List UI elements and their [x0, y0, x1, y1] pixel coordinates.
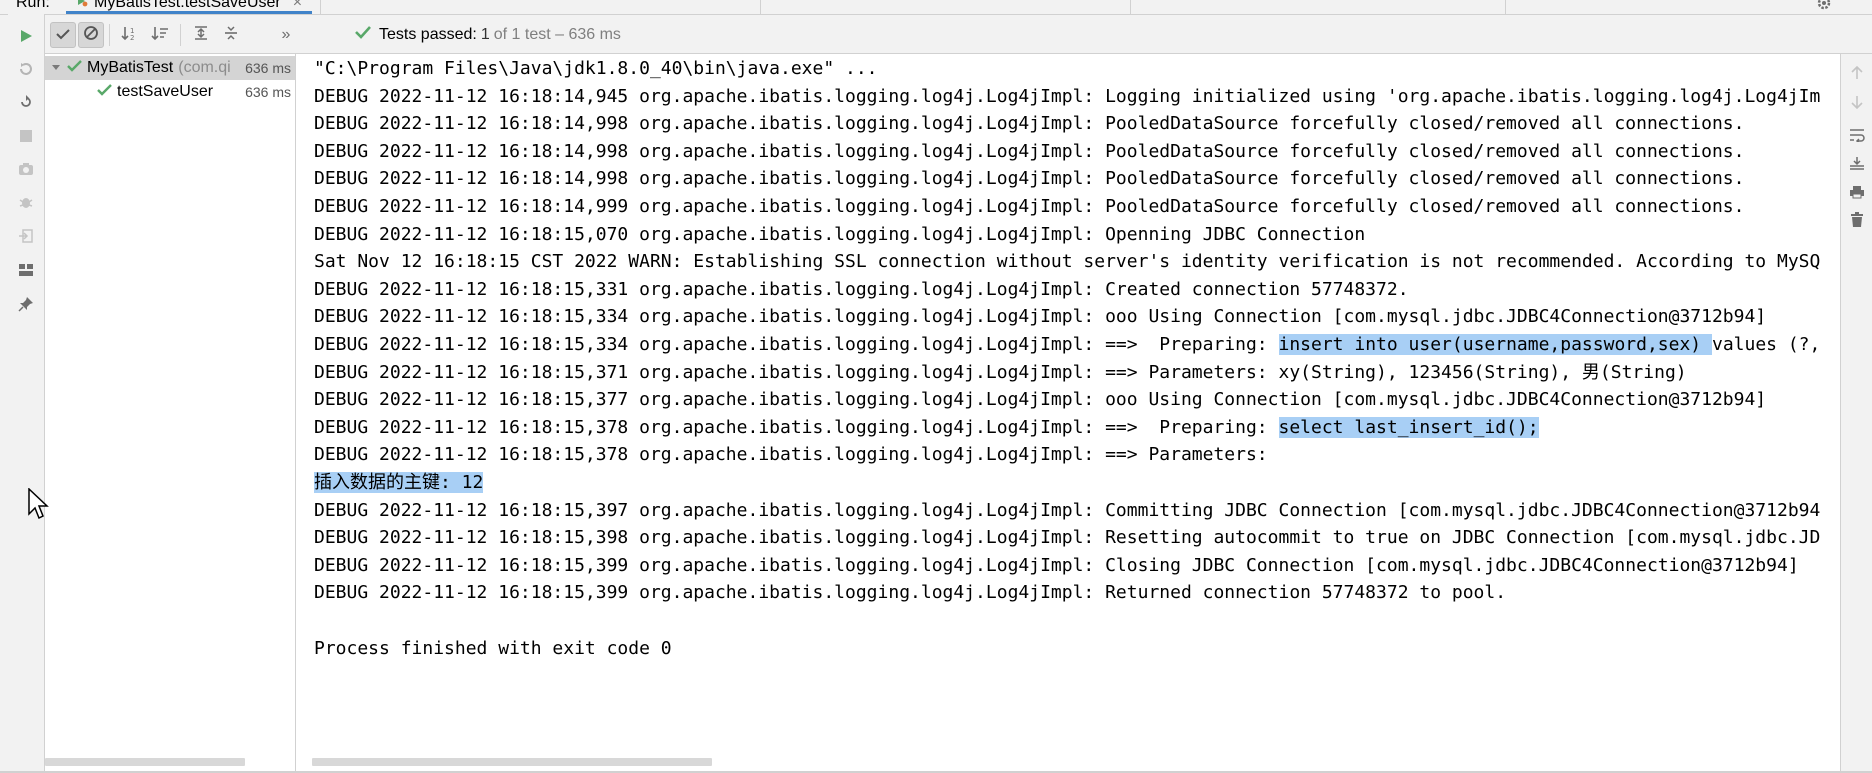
console-line: DEBUG 2022-11-12 16:18:15,398 org.apache… — [314, 527, 1821, 549]
run-tab-strip: Run: MyBatisTest.testSaveUser × — [0, 0, 1872, 15]
sort-alpha-icon: 12 — [121, 25, 139, 46]
ignored-icon — [83, 25, 99, 46]
scroll-to-end-icon[interactable] — [1846, 152, 1868, 174]
check-icon — [56, 25, 70, 45]
divider — [1130, 0, 1131, 14]
suite-package: (com.qi — [178, 59, 231, 76]
test-tree-panel: MyBatisTest (com.qi 636 ms testSaveUser … — [45, 54, 296, 772]
tests-passed-label: Tests passed: — [379, 25, 477, 43]
console-line: DEBUG 2022-11-12 16:18:14,999 org.apache… — [314, 196, 1745, 217]
tree-horizontal-scrollbar[interactable] — [45, 758, 245, 766]
gear-icon[interactable] — [1816, 0, 1832, 16]
console-line: DEBUG 2022-11-12 16:18:15,399 org.apache… — [314, 582, 1507, 604]
tree-row-test[interactable]: testSaveUser 636 ms — [45, 80, 295, 104]
pass-check-icon — [355, 25, 371, 44]
console-line: DEBUG 2022-11-12 16:18:15,377 org.apache… — [314, 389, 1767, 411]
console-line: DEBUG 2022-11-12 16:18:14,945 org.apache… — [314, 85, 1821, 107]
console-line: "C:\Program Files\Java\jdk1.8.0_40\bin\j… — [314, 58, 878, 79]
console-line: DEBUG 2022-11-12 16:18:15,378 org.apache… — [314, 444, 1279, 466]
console-selection-highlight: insert into user(username,password,sex) — [1278, 334, 1712, 355]
run-side-toolbar — [8, 14, 45, 771]
console-line: Sat Nov 12 16:18:15 CST 2022 WARN: Estab… — [314, 251, 1821, 273]
console-line-prefix: DEBUG 2022-11-12 16:18:15,334 org.apache… — [314, 334, 1279, 355]
stop-icon[interactable] — [14, 124, 38, 148]
console-line-suffix: values (?, — [1711, 334, 1821, 355]
divider — [180, 24, 181, 46]
console-line: DEBUG 2022-11-12 16:18:15,371 org.apache… — [314, 361, 1687, 383]
sort-by-duration-button[interactable] — [147, 22, 173, 48]
console-line: DEBUG 2022-11-12 16:18:15,399 org.apache… — [314, 554, 1799, 576]
chevron-down-icon[interactable] — [51, 59, 61, 77]
soft-wrap-icon[interactable] — [1846, 124, 1868, 146]
console-line: DEBUG 2022-11-12 16:18:14,998 org.apache… — [314, 168, 1745, 190]
collapse-all-icon — [223, 25, 239, 46]
sort-duration-icon — [151, 25, 169, 46]
console-horizontal-scrollbar[interactable] — [312, 758, 712, 766]
test-runner-toolbar: 12 » Tests passed: 1 of 1 test – 636 ms — [45, 15, 1872, 54]
console-line: DEBUG 2022-11-12 16:18:15,070 org.apache… — [314, 223, 1366, 245]
tab-mybatistest-testsaveuser[interactable]: MyBatisTest.testSaveUser × — [66, 0, 313, 14]
divider — [1505, 0, 1506, 14]
divider — [760, 0, 761, 14]
print-icon[interactable] — [1846, 181, 1868, 203]
passed-check-icon — [67, 59, 82, 77]
sort-alphabetically-button[interactable]: 12 — [117, 22, 143, 48]
console-line: DEBUG 2022-11-12 16:18:15,331 org.apache… — [314, 278, 1409, 300]
console-line: DEBUG 2022-11-12 16:18:15,334 org.apache… — [314, 306, 1767, 328]
rerun-failed-icon[interactable] — [14, 57, 38, 81]
test-duration: 636 ms — [245, 84, 291, 100]
console-line: DEBUG 2022-11-12 16:18:14,998 org.apache… — [314, 140, 1745, 162]
console-output[interactable]: "C:\Program Files\Java\jdk1.8.0_40\bin\j… — [296, 54, 1840, 772]
expand-all-button[interactable] — [188, 22, 214, 48]
test-name: testSaveUser — [117, 83, 214, 100]
show-passed-toggle[interactable] — [50, 22, 76, 48]
mouse-cursor-icon — [28, 487, 50, 527]
console-side-toolbar — [1840, 54, 1872, 772]
console-line: Process finished with exit code 0 — [314, 637, 672, 659]
console-line: DEBUG 2022-11-12 16:18:15,378 org.apache… — [314, 414, 1539, 441]
suite-duration: 636 ms — [242, 60, 291, 76]
tests-passed-count: 1 — [480, 25, 490, 43]
tree-row-suite[interactable]: MyBatisTest (com.qi 636 ms — [45, 56, 295, 80]
debug-bug-icon[interactable] — [14, 190, 38, 214]
console-line: DEBUG 2022-11-12 16:18:15,397 org.apache… — [314, 499, 1821, 521]
trash-icon[interactable] — [1846, 209, 1868, 231]
active-tab-indicator — [66, 11, 313, 14]
console-line: DEBUG 2022-11-12 16:18:15,334 org.apache… — [314, 331, 1820, 358]
tests-summary-detail: of 1 test – 636 ms — [493, 25, 621, 43]
divider — [109, 24, 110, 46]
test-status-summary: Tests passed: 1 of 1 test – 636 ms — [355, 25, 621, 44]
rerun-icon[interactable] — [14, 24, 38, 48]
more-actions-button[interactable]: » — [273, 22, 299, 48]
toggle-auto-test-icon[interactable] — [14, 90, 38, 114]
console-selection-highlight: 插入数据的主键: 12 — [314, 472, 484, 493]
svg-text:2: 2 — [130, 34, 134, 41]
camera-icon[interactable] — [14, 157, 38, 181]
console-selection-highlight: select last_insert_id(); — [1278, 416, 1539, 438]
suite-name: MyBatisTest — [87, 59, 174, 76]
arrow-up-icon[interactable] — [1846, 62, 1868, 84]
console-line: DEBUG 2022-11-12 16:18:14,998 org.apache… — [314, 113, 1745, 135]
run-label: Run: — [16, 0, 50, 11]
layout-icon[interactable] — [14, 258, 38, 282]
expand-all-icon — [193, 25, 209, 46]
import-tests-icon[interactable] — [14, 224, 38, 248]
show-ignored-toggle[interactable] — [78, 22, 104, 48]
divider — [320, 0, 321, 14]
arrow-down-icon[interactable] — [1846, 91, 1868, 113]
console-line: 插入数据的主键: 12 — [314, 469, 484, 496]
pin-icon[interactable] — [14, 292, 38, 316]
console-line-prefix: DEBUG 2022-11-12 16:18:15,378 org.apache… — [314, 416, 1279, 438]
collapse-all-button[interactable] — [218, 22, 244, 48]
passed-check-icon — [97, 83, 112, 101]
